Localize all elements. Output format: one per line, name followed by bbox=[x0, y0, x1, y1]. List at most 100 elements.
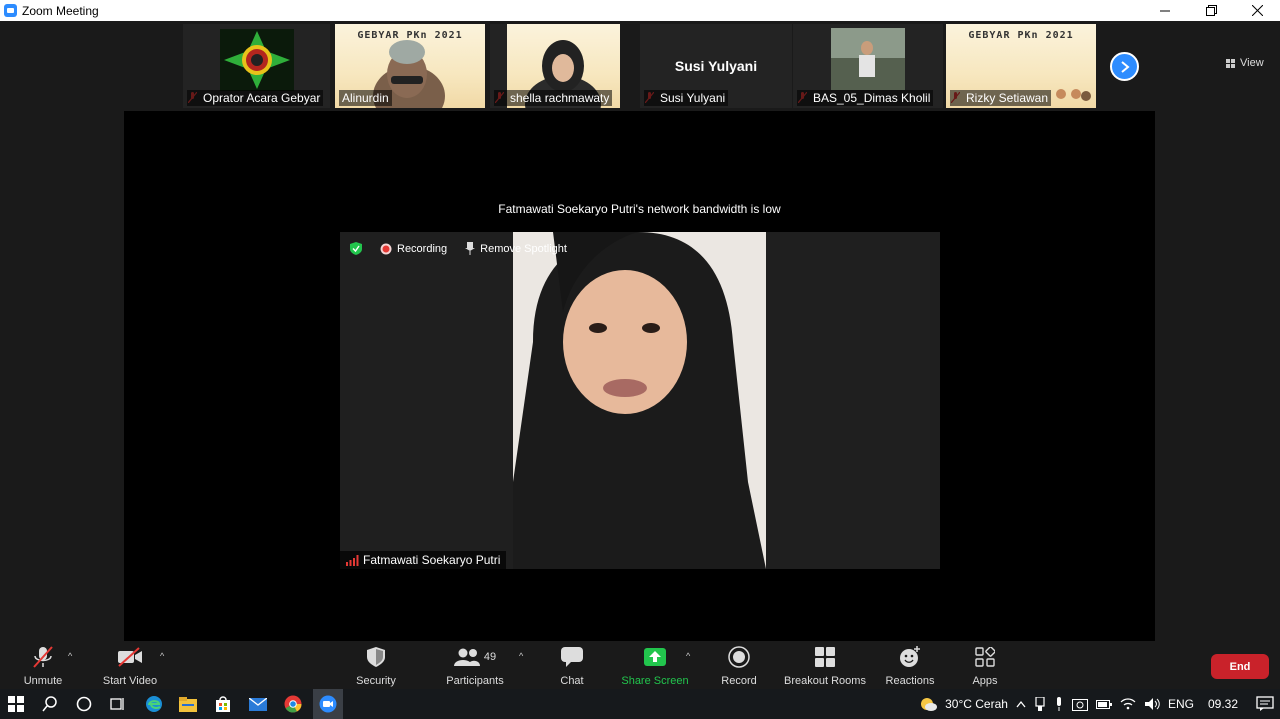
apps-label: Apps bbox=[972, 675, 998, 687]
speaker-name: Fatmawati Soekaryo Putri bbox=[363, 553, 501, 567]
pin-icon bbox=[465, 242, 476, 255]
recording-indicator[interactable]: Recording bbox=[376, 241, 451, 257]
participants-button[interactable]: 49 Participants bbox=[445, 645, 505, 687]
language-indicator[interactable]: ENG bbox=[1168, 697, 1194, 711]
apps-button[interactable]: Apps bbox=[970, 645, 1000, 687]
chrome-icon[interactable] bbox=[283, 694, 303, 714]
security-button[interactable]: Security bbox=[354, 645, 398, 687]
recording-label: Recording bbox=[397, 242, 448, 255]
mail-icon[interactable] bbox=[248, 694, 268, 714]
security-label: Security bbox=[356, 675, 396, 687]
participant-tile[interactable]: GEBYAR PKn 2021 Rizky Setiawan bbox=[946, 24, 1096, 108]
weather-text[interactable]: 30°C Cerah bbox=[945, 697, 1008, 711]
grid-view-icon bbox=[1226, 58, 1235, 68]
participants-icon bbox=[453, 648, 480, 666]
weather-sun-icon bbox=[921, 698, 938, 711]
meeting-toolbar: Unmute ^ Start Video ^ Security 49 Parti… bbox=[0, 641, 1280, 689]
participant-name: Oprator Acara Gebyar bbox=[187, 90, 324, 106]
windows-start-icon[interactable] bbox=[6, 694, 26, 714]
start-video-label: Start Video bbox=[102, 675, 158, 687]
participant-tile[interactable]: GEBYAR PKn 2021 Alinurdin bbox=[335, 24, 485, 108]
security-shield-badge bbox=[346, 240, 366, 257]
edge-browser-icon[interactable] bbox=[144, 694, 164, 714]
participant-big-name: Susi Yulyani bbox=[674, 58, 758, 74]
unmute-button[interactable]: Unmute bbox=[20, 645, 66, 687]
chat-button[interactable]: Chat bbox=[555, 645, 589, 687]
chat-icon bbox=[561, 647, 583, 667]
apps-icon bbox=[975, 647, 995, 667]
muted-mic-icon bbox=[33, 646, 53, 668]
end-meeting-button[interactable]: End bbox=[1211, 654, 1269, 679]
speaker-controls: Recording Remove Spotlight bbox=[346, 240, 571, 257]
breakout-rooms-button[interactable]: Breakout Rooms bbox=[783, 645, 867, 687]
file-explorer-icon[interactable] bbox=[178, 694, 198, 714]
breakout-rooms-label: Breakout Rooms bbox=[784, 675, 866, 687]
spotlight-video[interactable]: Recording Remove Spotlight Fatmawati Soe… bbox=[340, 232, 940, 569]
microphone-icon[interactable] bbox=[1054, 697, 1064, 711]
participant-tile[interactable]: BAS_05_Dimas Kholil bbox=[793, 24, 943, 108]
camera-app-icon[interactable] bbox=[1071, 697, 1088, 711]
record-icon bbox=[728, 646, 750, 668]
participant-name: Rizky Setiawan bbox=[950, 90, 1052, 106]
store-icon[interactable] bbox=[213, 694, 233, 714]
usb-device-icon[interactable] bbox=[1034, 697, 1046, 711]
reactions-button[interactable]: Reactions bbox=[885, 645, 935, 687]
close-button[interactable] bbox=[1234, 0, 1280, 21]
wifi-icon[interactable] bbox=[1120, 697, 1136, 711]
task-view-icon[interactable] bbox=[107, 694, 127, 714]
reactions-icon bbox=[900, 646, 920, 667]
breakout-rooms-icon bbox=[815, 647, 835, 667]
share-options-caret-icon[interactable]: ^ bbox=[686, 651, 690, 661]
window-title: Zoom Meeting bbox=[22, 3, 99, 18]
speaker-name-tag: Fatmawati Soekaryo Putri bbox=[340, 551, 507, 569]
participant-name: shella rachmawaty bbox=[494, 90, 613, 106]
next-page-button[interactable] bbox=[1110, 52, 1139, 81]
speaker-video bbox=[513, 232, 766, 569]
remove-spotlight-label: Remove Spotlight bbox=[480, 242, 567, 255]
gallery-strip: Oprator Acara Gebyar GEBYAR PKn 2021 Ali… bbox=[0, 24, 1280, 110]
participant-name: Alinurdin bbox=[339, 90, 392, 106]
audio-options-caret-icon[interactable]: ^ bbox=[68, 651, 72, 661]
participant-tile[interactable]: Oprator Acara Gebyar bbox=[183, 24, 330, 108]
share-screen-button[interactable]: Share Screen bbox=[621, 645, 689, 687]
title-bar: Zoom Meeting bbox=[0, 0, 1280, 21]
restore-button[interactable] bbox=[1188, 0, 1234, 21]
shield-icon bbox=[350, 242, 362, 255]
zoom-logo-icon bbox=[4, 4, 17, 17]
minimize-button[interactable] bbox=[1142, 0, 1188, 21]
zoom-taskbar-icon[interactable] bbox=[313, 689, 343, 719]
unmute-label: Unmute bbox=[23, 675, 63, 687]
participants-options-caret-icon[interactable]: ^ bbox=[519, 651, 523, 661]
participants-count: 49 bbox=[483, 651, 497, 663]
chevron-up-icon[interactable] bbox=[1016, 700, 1026, 708]
volume-icon[interactable] bbox=[1144, 697, 1160, 711]
view-button[interactable]: View bbox=[1226, 57, 1264, 69]
notifications-icon[interactable] bbox=[1256, 696, 1274, 712]
chat-label: Chat bbox=[560, 675, 584, 687]
participant-name: Susi Yulyani bbox=[644, 90, 729, 106]
window-controls bbox=[1142, 0, 1280, 21]
battery-icon[interactable] bbox=[1095, 698, 1112, 710]
share-screen-label: Share Screen bbox=[621, 675, 689, 687]
clock[interactable]: 09.32 bbox=[1208, 697, 1238, 711]
participant-tile[interactable]: shella rachmawaty bbox=[490, 24, 620, 108]
video-off-icon bbox=[118, 647, 142, 667]
participant-name: BAS_05_Dimas Kholil bbox=[797, 90, 934, 106]
search-icon[interactable] bbox=[40, 694, 60, 714]
chevron-right-icon bbox=[1120, 60, 1130, 73]
start-video-button[interactable]: Start Video bbox=[101, 645, 159, 687]
record-label: Record bbox=[721, 675, 757, 687]
network-signal-icon bbox=[346, 554, 359, 566]
system-tray: 30°C Cerah ENG 09.32 bbox=[919, 689, 1274, 719]
view-label: View bbox=[1240, 57, 1264, 69]
cortana-icon[interactable] bbox=[74, 694, 94, 714]
record-dot-icon bbox=[380, 243, 392, 254]
reactions-label: Reactions bbox=[885, 675, 935, 687]
remove-spotlight-button[interactable]: Remove Spotlight bbox=[461, 240, 571, 257]
record-button[interactable]: Record bbox=[719, 645, 759, 687]
bandwidth-notice: Fatmawati Soekaryo Putri's network bandw… bbox=[498, 202, 781, 216]
windows-taskbar: 30°C Cerah ENG 09.32 bbox=[0, 689, 1280, 719]
video-options-caret-icon[interactable]: ^ bbox=[160, 651, 164, 661]
participant-video bbox=[831, 28, 905, 90]
participant-tile[interactable]: Susi Yulyani Susi Yulyani bbox=[640, 24, 792, 108]
